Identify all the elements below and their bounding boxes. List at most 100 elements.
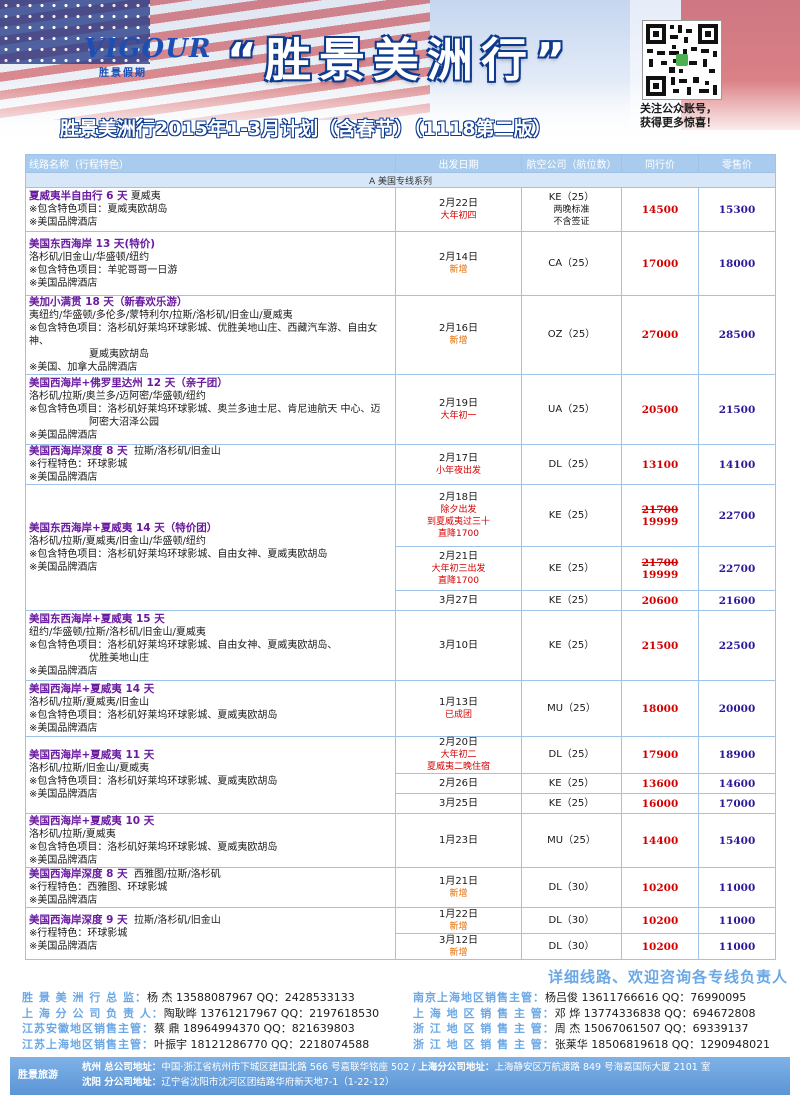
- departure-date: 2月21日: [438, 550, 479, 562]
- table-row: 美国东西海岸 13 天(特价) 洛杉矶/旧金山/华盛顿/纽约 ※包含特色项目：羊…: [25, 231, 776, 296]
- date-cell: 2月14日 新增: [395, 231, 522, 296]
- contact-value: 叶振宇 18121286770 QQ：2218074588: [154, 1037, 370, 1051]
- departure-date: 2月14日: [438, 251, 479, 263]
- retail-price: 22500: [698, 610, 776, 681]
- contact-label: 胜 景 美 洲 行 总 监：: [22, 991, 147, 1004]
- contact-label: 南京上海地区销售主管：: [412, 991, 545, 1004]
- address-bar: 胜景旅游 杭州 总公司地址：中国·浙江省杭州市下城区建国北路 566 号嘉联华铭…: [10, 1057, 790, 1095]
- date-note: 新增: [449, 921, 468, 932]
- route-tag: (特价): [124, 237, 156, 250]
- retail-price: 14100: [698, 444, 776, 485]
- date-note: 直降1700: [438, 575, 479, 586]
- route-name: 美国西海岸深度 9 天: [29, 914, 128, 926]
- date-note: 到夏威夷过三十: [426, 516, 490, 527]
- logo-sub: 胜景假期: [99, 68, 147, 79]
- departure-date: 2月16日: [438, 323, 479, 334]
- contact-value: 邓 烨 13774336838 QQ：694672808: [554, 1006, 756, 1020]
- date-note: 已成团: [444, 709, 472, 720]
- col-header-airline: 航空公司（航位数）: [521, 154, 622, 173]
- address-line-hangzhou: 杭州 总公司地址：中国·浙江省杭州市下城区建国北路 566 号嘉联华铭座 502…: [82, 1061, 710, 1075]
- peer-price: 19999: [641, 515, 679, 528]
- route-name: 美国东西海岸+夏威夷 14 天: [29, 521, 165, 534]
- airline-code: KE（25）: [548, 191, 595, 203]
- route-feature: ※行程特色：西雅图、环球影城: [29, 882, 168, 893]
- airline-code: KE（25）: [521, 484, 622, 547]
- departure-date: 2月26日: [395, 773, 522, 794]
- address-value: 辽宁省沈阳市沈河区团结路华府新天地7-1（1-22-12）: [161, 1077, 395, 1088]
- airline-code: CA（25）: [521, 231, 622, 296]
- qr-code-icon: [642, 20, 722, 100]
- date-note: 小年夜出发: [435, 465, 481, 476]
- address-line-shenyang: 沈阳 分公司地址：辽宁省沈阳市沈河区团结路华府新天地7-1（1-22-12）: [82, 1076, 394, 1090]
- col-header-retail: 零售价: [698, 154, 776, 173]
- peer-price-original: 21700: [641, 503, 679, 516]
- route-cell: 美国东西海岸+夏威夷 14 天（特价团） 洛杉矶/拉斯/夏威夷/旧金山/华盛顿/…: [25, 484, 396, 611]
- address-value: 中国·浙江省杭州市下城区建国北路 566 号嘉联华铭座 502 /: [161, 1062, 416, 1073]
- route-feature: ※美国、加拿大品牌酒店: [29, 362, 138, 373]
- date-cell: 2月22日 大年初四: [395, 187, 522, 232]
- qr-caption-line1: 关注公众账号，: [640, 102, 717, 115]
- col-header-peer: 同行价: [621, 154, 699, 173]
- airline-code: UA（25）: [521, 374, 622, 445]
- consult-banner: 详细线路、欢迎咨询各专线负责人: [547, 968, 788, 986]
- route-tag: （亲子团）: [175, 377, 228, 389]
- table-row: 美国西海岸深度 8 天 西雅图/拉斯/洛杉矶 ※行程特色：西雅图、环球影城 ※美…: [25, 867, 776, 908]
- route-feature: ※包含特色项目：洛杉矶好莱坞环球影城、奥兰多迪士尼、肯尼迪航天 中心、迈: [29, 404, 381, 415]
- route-name: 美国西海岸深度 8 天: [29, 868, 128, 880]
- airline-code: DL（25）: [521, 736, 622, 774]
- departure-date: 1月13日: [438, 696, 479, 708]
- route-cell: 美国东西海岸 13 天(特价) 洛杉矶/旧金山/华盛顿/纽约 ※包含特色项目：羊…: [25, 231, 396, 296]
- date-note: 大年初一: [440, 410, 477, 421]
- airline-code: KE（25）: [521, 610, 622, 681]
- retail-price: 18900: [698, 736, 776, 774]
- route-extra: 拉斯/洛杉矶/旧金山: [133, 446, 221, 457]
- airline-code: DL（25）: [521, 444, 622, 485]
- route-feature: ※美国品牌酒店: [29, 430, 98, 441]
- qr-caption-line2: 获得更多惊喜！: [640, 116, 717, 129]
- header-banner: VIGOUR 胜景假期 “胜景美洲行” 关注公众账号， 获得更多惊喜！ 胜景美洲…: [0, 0, 800, 150]
- route-name: 美国西海岸+佛罗里达州 12 天: [29, 377, 176, 389]
- date-cell: 2月19日 大年初一: [395, 374, 522, 445]
- route-extra: 夏威夷: [130, 191, 161, 202]
- route-extra: 西雅图/拉斯/洛杉矶: [133, 869, 221, 880]
- peer-price: 13100: [621, 444, 699, 485]
- peer-price: 14400: [621, 813, 699, 868]
- route-name: 美国西海岸+夏威夷 10 天: [29, 814, 155, 827]
- route-cell: 美国西海岸+夏威夷 10 天 洛杉矶/拉斯/夏威夷 ※包含特色项目：洛杉矶好莱坞…: [25, 813, 396, 868]
- contact-value: 蔡 鼎 18964994370 QQ：821639803: [154, 1022, 355, 1035]
- contact-value: 杨吕俊 13611766616 QQ：76990095: [544, 991, 747, 1004]
- retail-price: 17000: [698, 793, 776, 814]
- route-extra: 拉斯/洛杉矶/旧金山: [133, 915, 221, 926]
- contact-label: 上 海 分 公 司 负 责 人：: [22, 1006, 164, 1020]
- route-feature: ※包含特色项目：洛杉矶好莱坞环球影城、自由女神、夏威夷欧胡岛: [29, 548, 328, 560]
- departure-date: 1月23日: [395, 813, 522, 868]
- route-feature-cont: 优胜美地山庄: [89, 653, 149, 664]
- col-header-date: 出发日期: [395, 154, 522, 173]
- retail-price: 21600: [698, 590, 776, 611]
- retail-price: 20000: [698, 680, 776, 737]
- peer-price: 10200: [621, 907, 699, 934]
- airline-code: MU（25）: [521, 813, 622, 868]
- retail-price: 22700: [698, 484, 776, 547]
- contact-value: 杨 杰 13588087967 QQ：2428533133: [146, 991, 355, 1004]
- retail-price: 18000: [698, 231, 776, 296]
- retail-price: 28500: [698, 295, 776, 375]
- peer-price: 17000: [621, 231, 699, 296]
- route-line: 纽约/华盛顿/拉斯/洛杉矶/旧金山/夏威夷: [29, 627, 206, 638]
- route-cell: 美加小满贯 18 天（新春欢乐游） 夷纽约/华盛顿/多伦多/蒙特利尔/拉斯/洛杉…: [25, 295, 396, 375]
- peer-price: 13600: [621, 773, 699, 794]
- peer-price: 14500: [621, 187, 699, 232]
- route-cell: 美国西海岸+夏威夷 14 天 洛杉矶/拉斯/夏威夷/旧金山 ※包含特色项目：洛杉…: [25, 680, 396, 737]
- address-label: 沈阳 分公司地址：: [82, 1077, 162, 1088]
- departure-date: 2月22日: [438, 197, 479, 209]
- route-line: 洛杉矶/拉斯/夏威夷/旧金山: [29, 696, 150, 708]
- table-row: 美国西海岸+夏威夷 11 天 洛杉矶/拉斯/旧金山/夏威夷 ※包含特色项目：洛杉…: [25, 736, 776, 814]
- departure-date: 3月12日: [438, 934, 479, 946]
- route-name: 美国西海岸深度 8 天: [29, 445, 128, 457]
- route-name: 美国东西海岸 13 天: [29, 237, 125, 250]
- route-cell: 美国西海岸+夏威夷 11 天 洛杉矶/拉斯/旧金山/夏威夷 ※包含特色项目：洛杉…: [25, 736, 396, 814]
- route-cell: 美国西海岸+佛罗里达州 12 天（亲子团） 洛杉矶/拉斯/奥兰多/迈阿密/华盛顿…: [25, 374, 396, 445]
- table-row: 美加小满贯 18 天（新春欢乐游） 夷纽约/华盛顿/多伦多/蒙特利尔/拉斯/洛杉…: [25, 295, 776, 375]
- section-row: A 美国专线系列: [25, 172, 776, 188]
- address-value: 上海静安区万航渡路 849 号海嘉国际大厦 2101 室: [494, 1062, 711, 1073]
